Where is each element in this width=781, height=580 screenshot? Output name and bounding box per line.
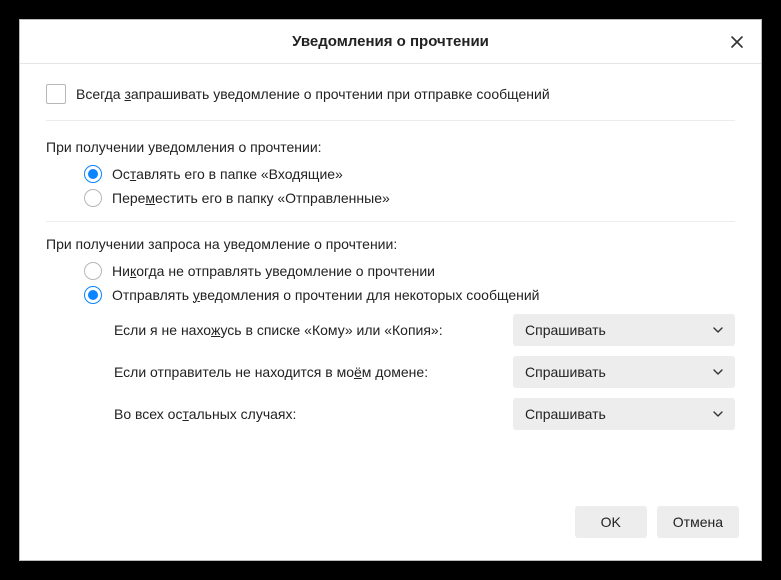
radio-never-send[interactable]: Никогда не отправлять уведомление о проч… — [84, 262, 735, 280]
radio-move-sent[interactable]: Переместить его в папку «Отправленные» — [84, 189, 735, 207]
dropdown-value: Спрашивать — [525, 406, 606, 422]
close-icon[interactable] — [723, 28, 751, 56]
opt-not-in-to-cc: Если я не нахожусь в списке «Кому» или «… — [84, 314, 735, 346]
radio-label: Переместить его в папку «Отправленные» — [112, 190, 390, 206]
opt-label: Во всех остальных случаях: — [84, 406, 513, 422]
radio-send-some[interactable]: Отправлять уведомления о прочтении для н… — [84, 286, 735, 304]
cancel-button[interactable]: Отмена — [657, 506, 739, 538]
dialog-title: Уведомления о прочтении — [292, 33, 489, 50]
opt-label: Если я не нахожусь в списке «Кому» или «… — [84, 322, 513, 338]
always-request-row[interactable]: Всегда запрашивать уведомление о прочтен… — [46, 84, 735, 104]
dropdown-not-in-to-cc[interactable]: Спрашивать — [513, 314, 735, 346]
radio-send-some-input[interactable] — [84, 286, 102, 304]
ok-button[interactable]: OK — [575, 506, 647, 538]
always-request-label: Всегда запрашивать уведомление о прочтен… — [76, 86, 550, 102]
dropdown-value: Спрашивать — [525, 322, 606, 338]
opt-label: Если отправитель не находится в моём дом… — [84, 364, 513, 380]
dropdown-not-my-domain[interactable]: Спрашивать — [513, 356, 735, 388]
chevron-down-icon — [713, 367, 723, 377]
dropdown-value: Спрашивать — [525, 364, 606, 380]
radio-never-send-input[interactable] — [84, 262, 102, 280]
on-receive-heading: При получении уведомления о прочтении: — [46, 139, 735, 155]
radio-label: Никогда не отправлять уведомление о проч… — [112, 263, 435, 279]
on-request-section: При получении запроса на уведомление о п… — [46, 221, 735, 430]
opt-other-cases: Во всех остальных случаях: Спрашивать — [84, 398, 735, 430]
on-request-heading: При получении запроса на уведомление о п… — [46, 236, 735, 252]
dialog-content: Всегда запрашивать уведомление о прочтен… — [20, 64, 761, 492]
dialog: Уведомления о прочтении Всегда запрашива… — [19, 19, 762, 561]
radio-label: Отправлять уведомления о прочтении для н… — [112, 287, 540, 303]
radio-move-sent-input[interactable] — [84, 189, 102, 207]
radio-leave-inbox[interactable]: Оставлять его в папке «Входящие» — [84, 165, 735, 183]
on-receive-section: При получении уведомления о прочтении: О… — [46, 121, 735, 207]
dropdown-other-cases[interactable]: Спрашивать — [513, 398, 735, 430]
radio-label: Оставлять его в папке «Входящие» — [112, 166, 343, 182]
radio-leave-inbox-input[interactable] — [84, 165, 102, 183]
titlebar: Уведомления о прочтении — [20, 20, 761, 64]
opt-not-my-domain: Если отправитель не находится в моём дом… — [84, 356, 735, 388]
chevron-down-icon — [713, 409, 723, 419]
dialog-footer: OK Отмена — [20, 492, 761, 560]
chevron-down-icon — [713, 325, 723, 335]
always-request-checkbox[interactable] — [46, 84, 66, 104]
sub-options: Если я не нахожусь в списке «Кому» или «… — [84, 314, 735, 430]
